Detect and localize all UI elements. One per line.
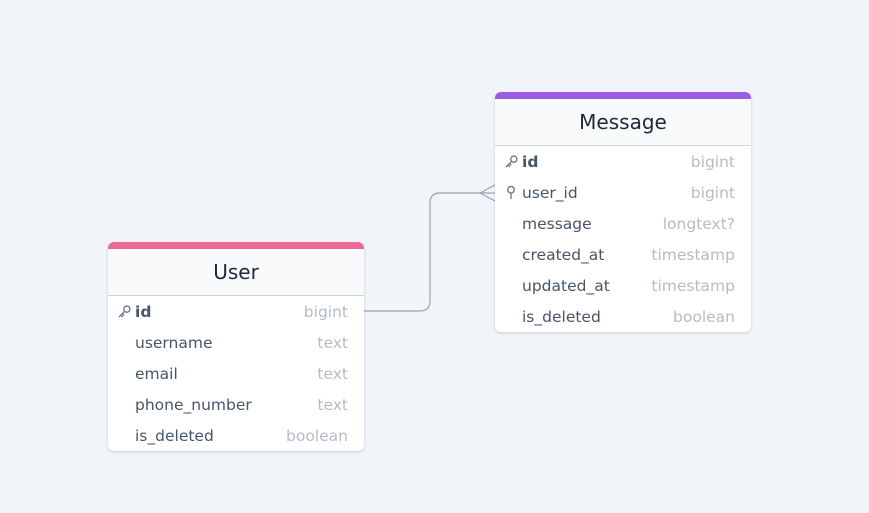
column-name: updated_at [522,276,610,295]
column-row-created-at[interactable]: created_at timestamp [495,239,751,270]
column-type: bigint [303,302,348,321]
column-name: phone_number [135,395,252,414]
column-row-id[interactable]: id bigint [495,146,751,177]
column-name: email [135,364,178,383]
table-accent-bar [495,92,751,99]
column-type: text [317,333,348,352]
primary-key-icon [503,154,519,170]
column-type: longtext? [662,214,735,233]
table-title[interactable]: User [108,249,364,296]
column-type: bigint [690,152,735,171]
table-accent-bar [108,242,364,249]
column-type: text [317,395,348,414]
column-row-user-id[interactable]: user_id bigint [495,177,751,208]
column-name: username [135,333,213,352]
column-row-id[interactable]: id bigint [108,296,364,327]
foreign-key-icon [503,185,519,201]
table-message[interactable]: Message id bigint user_id bigint message… [495,92,751,332]
relationship-line [364,192,495,312]
column-name: is_deleted [522,307,601,326]
column-row-is-deleted[interactable]: is_deleted boolean [108,420,364,451]
column-name: user_id [522,183,578,202]
diagram-canvas: User id bigint username text email text [0,0,869,513]
column-type: boolean [286,426,348,445]
column-name: message [522,214,592,233]
column-name: is_deleted [135,426,214,445]
primary-key-icon [116,304,132,320]
column-type: timestamp [651,276,735,295]
column-type: timestamp [651,245,735,264]
column-name: created_at [522,245,605,264]
column-list: id bigint user_id bigint message longtex… [495,146,751,332]
column-row-message[interactable]: message longtext? [495,208,751,239]
column-list: id bigint username text email text phone… [108,296,364,451]
column-name: id [522,152,539,171]
column-name: id [135,302,152,321]
column-type: text [317,364,348,383]
column-type: boolean [673,307,735,326]
column-row-is-deleted[interactable]: is_deleted boolean [495,301,751,332]
column-row-updated-at[interactable]: updated_at timestamp [495,270,751,301]
table-title[interactable]: Message [495,99,751,146]
table-user[interactable]: User id bigint username text email text [108,242,364,451]
column-row-email[interactable]: email text [108,358,364,389]
column-row-phone-number[interactable]: phone_number text [108,389,364,420]
column-row-username[interactable]: username text [108,327,364,358]
column-type: bigint [690,183,735,202]
